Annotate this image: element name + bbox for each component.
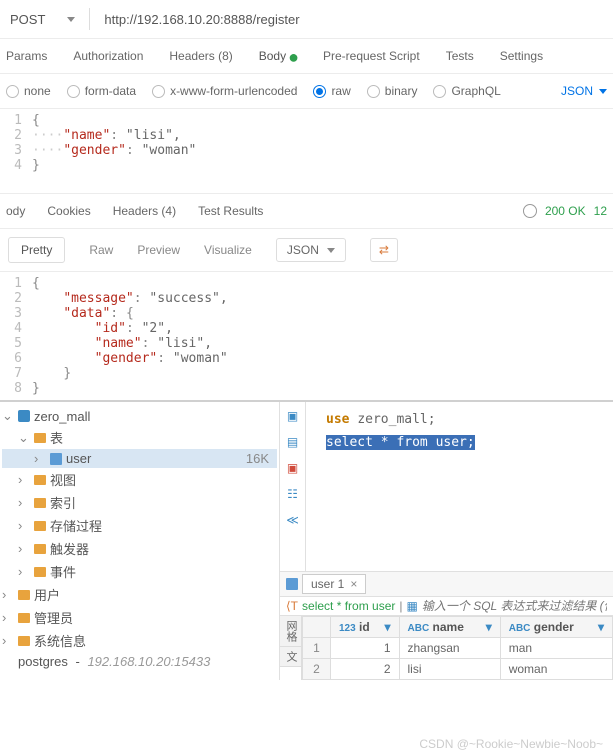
result-grid[interactable]: 123 id▾ ABC name▾ ABC gender▾ 11zhangsan…: [302, 616, 613, 680]
tree-procs[interactable]: ›存储过程: [2, 514, 277, 537]
folder-icon: [34, 498, 46, 508]
tree-views[interactable]: ›视图: [2, 468, 277, 491]
tab-params[interactable]: Params: [6, 49, 47, 63]
divider: [89, 8, 90, 30]
globe-icon: [523, 204, 537, 218]
response-status: 200 OK 12: [523, 204, 607, 218]
explain-icon[interactable]: ☷: [285, 486, 301, 502]
tree-sysinfo[interactable]: ›系统信息: [2, 629, 277, 652]
folder-icon: [34, 433, 46, 443]
method-select[interactable]: POST: [10, 12, 75, 27]
result-tab[interactable]: user 1×: [302, 574, 366, 594]
table-row[interactable]: 11zhangsanman: [303, 638, 613, 659]
folder-icon: [18, 636, 30, 646]
tree-tables[interactable]: ⌄表: [2, 426, 277, 449]
db-tree[interactable]: ⌄zero_mall ⌄表 ›user16K ›视图 ›索引 ›存储过程 ›触发…: [0, 402, 280, 680]
script-icon[interactable]: ▤: [285, 434, 301, 450]
tree-admins[interactable]: ›管理员: [2, 606, 277, 629]
folder-icon: [18, 613, 30, 623]
tree-database[interactable]: ⌄zero_mall: [2, 406, 277, 426]
method-label: POST: [10, 12, 45, 27]
folder-icon: [34, 521, 46, 531]
filter-input[interactable]: [422, 599, 607, 613]
view-pretty[interactable]: Pretty: [8, 237, 65, 263]
radio-binary[interactable]: binary: [367, 84, 418, 98]
more-icon[interactable]: ≪: [285, 512, 301, 528]
filter-icon: ▦: [407, 599, 418, 613]
chevron-down-icon: [67, 17, 75, 22]
radio-none[interactable]: none: [6, 84, 51, 98]
folder-icon: [18, 590, 30, 600]
status-code: 200 OK: [545, 204, 586, 218]
resp-tab-results[interactable]: Test Results: [198, 204, 263, 218]
view-raw[interactable]: Raw: [89, 243, 113, 257]
table-icon: [50, 453, 62, 465]
radio-xwww[interactable]: x-www-form-urlencoded: [152, 84, 297, 98]
tab-auth[interactable]: Authorization: [73, 49, 143, 63]
tree-users[interactable]: ›用户: [2, 583, 277, 606]
radio-formdata[interactable]: form-data: [67, 84, 136, 98]
body-type-row: none form-data x-www-form-urlencoded raw…: [0, 74, 613, 109]
table-size: 16K: [246, 451, 277, 466]
folder-icon: [34, 475, 46, 485]
resp-tab-cookies[interactable]: Cookies: [47, 204, 90, 218]
resp-tab-headers[interactable]: Headers (4): [113, 204, 176, 218]
sql-toolbar: ▣ ▤ ▣ ☷ ≪: [280, 402, 306, 571]
sql-select: select * from user;: [326, 435, 475, 450]
tree-postgres[interactable]: postgres - 192.168.10.20:15433: [2, 652, 277, 671]
tree-triggers[interactable]: ›触发器: [2, 537, 277, 560]
response-view-tabs: Pretty Raw Preview Visualize JSON ⇄: [0, 229, 613, 272]
database-icon: [18, 410, 30, 422]
db-panel: ⌄zero_mall ⌄表 ›user16K ›视图 ›索引 ›存储过程 ›触发…: [0, 400, 613, 680]
folder-icon: [34, 544, 46, 554]
result-side-tabs[interactable]: 网格 文: [280, 616, 302, 680]
tree-events[interactable]: ›事件: [2, 560, 277, 583]
request-bar: POST http://192.168.10.20:8888/register: [0, 0, 613, 39]
tab-tests[interactable]: Tests: [446, 49, 474, 63]
request-body-editor[interactable]: 1{2····"name": "lisi",3····"gender": "wo…: [0, 109, 613, 177]
tree-table-user[interactable]: ›user16K: [2, 449, 277, 468]
resp-tab-body[interactable]: ody: [6, 204, 25, 218]
result-panel: user 1× ⟨T select * from user |▦ 网格 文 1: [280, 571, 613, 680]
wrap-icon[interactable]: ⇄: [370, 238, 398, 262]
status-time: 12: [594, 204, 607, 218]
sql-icon: ⟨T: [286, 599, 298, 613]
url-input[interactable]: http://192.168.10.20:8888/register: [104, 12, 299, 27]
table-icon: [286, 578, 298, 590]
tab-body[interactable]: Body●: [259, 49, 297, 63]
view-preview[interactable]: Preview: [137, 243, 180, 257]
execute-icon[interactable]: ▣: [285, 408, 301, 424]
result-query: select * from user: [302, 599, 395, 613]
side-tab-text[interactable]: 文: [280, 647, 301, 667]
side-tab-grid[interactable]: 网格: [280, 616, 301, 647]
sql-editor[interactable]: use zero_mall; select * from user;: [306, 402, 613, 571]
request-tabs: Params Authorization Headers (8) Body● P…: [0, 39, 613, 74]
tab-prerequest[interactable]: Pre-request Script: [323, 49, 420, 63]
close-icon[interactable]: ×: [350, 577, 357, 591]
tree-indexes[interactable]: ›索引: [2, 491, 277, 514]
response-body: 1{2 "message": "success",3 "data": {4 "i…: [0, 272, 613, 400]
table-row[interactable]: 22lisiwoman: [303, 659, 613, 680]
response-tabs: ody Cookies Headers (4) Test Results 200…: [0, 193, 613, 229]
response-format-select[interactable]: JSON: [276, 238, 346, 262]
view-visualize[interactable]: Visualize: [204, 243, 252, 257]
radio-graphql[interactable]: GraphQL: [433, 84, 500, 98]
tab-headers[interactable]: Headers (8): [169, 49, 232, 63]
folder-icon: [34, 567, 46, 577]
tab-settings[interactable]: Settings: [500, 49, 543, 63]
stop-icon[interactable]: ▣: [285, 460, 301, 476]
radio-raw[interactable]: raw: [313, 84, 350, 98]
watermark: CSDN @~Rookie~Newbie~Noob~: [419, 737, 603, 751]
content-type-select[interactable]: JSON: [561, 84, 607, 98]
